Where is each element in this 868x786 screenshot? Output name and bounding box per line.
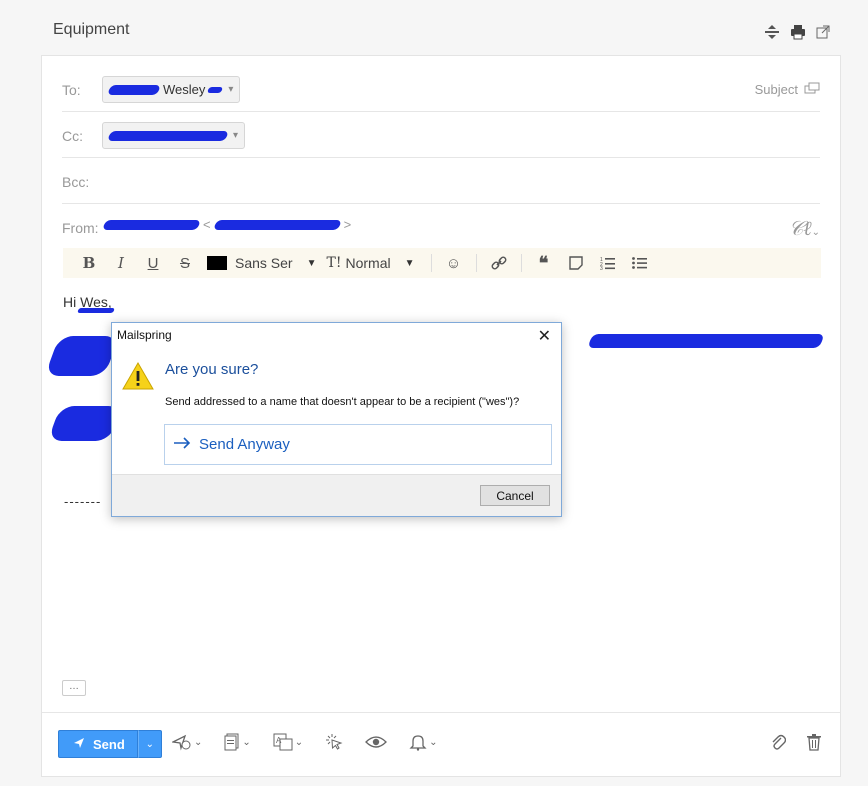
from-row: From: < > 𝒞ℓ⌄ xyxy=(62,204,820,250)
svg-text:3: 3 xyxy=(600,266,603,270)
footer-tools: ⌄ ⌄ A ⌄ ⌄ xyxy=(172,733,438,751)
font-size-select[interactable]: T! Normal ▼ xyxy=(327,255,415,271)
subject-toggle[interactable]: Subject xyxy=(755,82,820,97)
redaction xyxy=(77,308,115,316)
cancel-button[interactable]: Cancel xyxy=(480,485,550,506)
bcc-row[interactable]: Bcc: xyxy=(62,158,820,204)
from-account[interactable]: < > xyxy=(102,217,352,232)
app-root: Equipment To: Wesley ▾ Subject Cc: ▾ Bcc… xyxy=(0,0,868,786)
dialog-heading: Are you sure? xyxy=(165,361,259,378)
from-bracket-open: < xyxy=(203,217,211,232)
confirm-dialog: Mailspring ✕ Are you sure? Send addresse… xyxy=(111,322,562,517)
redaction xyxy=(212,219,342,230)
print-icon[interactable] xyxy=(790,24,806,45)
signature-separator: ------- xyxy=(64,494,102,509)
dialog-message: Send addressed to a name that doesn't ap… xyxy=(165,396,520,408)
underline-button[interactable]: U xyxy=(137,248,169,278)
bulleted-list-icon[interactable] xyxy=(624,248,656,278)
caret-down-icon: ▼ xyxy=(306,257,317,269)
send-button-group: Send ⌄ xyxy=(58,730,162,758)
send-button[interactable]: Send xyxy=(58,730,138,758)
redaction xyxy=(102,219,201,230)
arrow-right-icon xyxy=(173,436,191,453)
numbered-list-icon[interactable]: 123 xyxy=(592,248,624,278)
signature-icon[interactable]: 𝒞ℓ⌄ xyxy=(789,216,820,241)
dialog-title: Mailspring xyxy=(117,328,172,342)
header-actions xyxy=(764,24,830,45)
svg-text:A: A xyxy=(276,736,282,745)
cc-row: Cc: ▾ xyxy=(62,112,820,158)
format-toolbar: B I U S Sans Ser ▼ T! Normal ▼ ☺ ❝ 1 2 3 xyxy=(63,248,821,278)
code-block-icon[interactable] xyxy=(560,248,592,278)
dialog-footer: Cancel xyxy=(112,474,561,516)
toolbar-divider xyxy=(430,254,432,272)
strikethrough-button[interactable]: S xyxy=(169,248,201,278)
link-tracking-icon[interactable] xyxy=(325,733,343,751)
to-row: To: Wesley ▾ Subject xyxy=(62,66,820,112)
from-label: From: xyxy=(62,220,99,236)
cc-label: Cc: xyxy=(62,128,83,144)
font-family-value: Sans Ser xyxy=(235,255,293,271)
redaction xyxy=(587,334,825,348)
close-icon[interactable]: ✕ xyxy=(538,326,551,346)
bold-button[interactable]: B xyxy=(73,248,105,278)
send-later-icon[interactable]: ⌄ xyxy=(172,733,202,751)
window-title: Equipment xyxy=(53,21,130,38)
footer-right xyxy=(770,733,822,756)
send-anyway-button[interactable]: Send Anyway xyxy=(164,424,552,465)
link-icon[interactable] xyxy=(483,248,515,278)
warning-icon xyxy=(122,361,154,391)
translate-icon[interactable]: A ⌄ xyxy=(273,733,303,751)
expand-icon[interactable] xyxy=(764,24,780,45)
redaction xyxy=(107,84,161,95)
popout-icon[interactable] xyxy=(816,25,830,44)
subject-label: Subject xyxy=(754,82,798,97)
text-color-picker[interactable] xyxy=(207,256,227,270)
cc-recipient-token[interactable]: ▾ xyxy=(102,122,245,149)
trash-icon[interactable] xyxy=(806,733,822,756)
blockquote-icon[interactable]: ❝ xyxy=(528,248,560,278)
templates-icon[interactable]: ⌄ xyxy=(224,733,251,751)
toolbar-divider xyxy=(520,254,522,272)
redaction xyxy=(107,130,229,141)
redaction xyxy=(44,336,120,376)
show-quoted-text-button[interactable]: … xyxy=(62,680,86,696)
recipient-name: Wesley xyxy=(163,82,206,97)
send-anyway-label: Send Anyway xyxy=(199,436,290,453)
composer-footer: Send ⌄ ⌄ ⌄ A ⌄ ⌄ xyxy=(42,712,840,776)
read-receipt-eye-icon[interactable] xyxy=(365,735,388,749)
to-label: To: xyxy=(62,82,81,98)
text-size-icon: T! xyxy=(326,255,342,271)
redaction xyxy=(47,406,123,441)
font-family-select[interactable]: Sans Ser ▼ xyxy=(235,255,317,271)
paperclip-icon[interactable] xyxy=(770,733,787,756)
font-size-value: Normal xyxy=(345,255,391,271)
paper-plane-icon xyxy=(73,737,85,752)
italic-button[interactable]: I xyxy=(105,248,137,278)
from-bracket-close: > xyxy=(343,217,352,232)
subject-icon xyxy=(804,82,820,97)
emoji-icon[interactable]: ☺ xyxy=(438,248,470,278)
to-recipient-token[interactable]: Wesley ▾ xyxy=(102,76,241,103)
bcc-label: Bcc: xyxy=(62,174,90,190)
chevron-down-icon: ⌄ xyxy=(145,738,154,750)
toolbar-divider xyxy=(475,254,477,272)
reminder-bell-icon[interactable]: ⌄ xyxy=(409,733,438,751)
redaction xyxy=(207,86,224,93)
caret-down-icon: ▼ xyxy=(404,257,415,269)
send-label: Send xyxy=(93,736,125,752)
chevron-down-icon: ▾ xyxy=(228,84,234,95)
chevron-down-icon: ▾ xyxy=(232,130,238,141)
send-options-button[interactable]: ⌄ xyxy=(137,730,162,758)
